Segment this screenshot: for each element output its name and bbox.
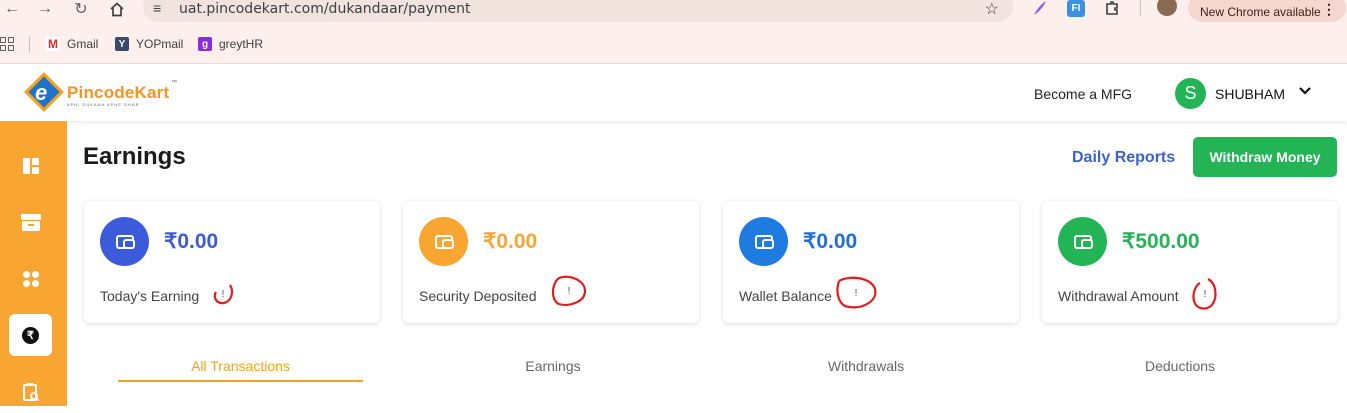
new-chrome-available-button[interactable]: New Chrome available ⋮	[1188, 0, 1346, 22]
bookmark-label: greytHR	[219, 37, 264, 51]
username[interactable]: SHUBHAM	[1215, 86, 1285, 102]
profile-avatar[interactable]	[1157, 0, 1177, 16]
yopmail-icon: Y	[115, 37, 129, 51]
earning-card-today: ₹0.00 Today's Earning !	[84, 201, 380, 323]
card-label: Withdrawal Amount	[1058, 288, 1179, 304]
sidebar-item-store[interactable]	[9, 201, 52, 243]
card-label: Security Deposited	[419, 288, 537, 304]
browser-toolbar: ← → ↻ ≡ uat.pincodekart.com/dukandaar/pa…	[0, 0, 1347, 27]
info-icon[interactable]: !	[833, 275, 879, 311]
home-icon[interactable]	[108, 0, 126, 18]
bookmark-label: Gmail	[67, 37, 99, 51]
active-tab-indicator	[118, 380, 363, 382]
info-icon[interactable]: !	[1190, 275, 1220, 313]
gmail-icon: M	[46, 37, 60, 51]
card-label: Wallet Balance	[739, 288, 832, 304]
rupee-icon: ₹	[22, 326, 39, 344]
wallet-icon	[419, 217, 468, 266]
bookmark-greythr[interactable]: g greytHR	[198, 37, 263, 51]
withdraw-money-button[interactable]: Withdraw Money	[1193, 137, 1337, 177]
chevron-down-icon[interactable]	[1298, 83, 1312, 99]
card-amount: ₹0.00	[483, 230, 538, 253]
sidebar-item-dashboard[interactable]	[9, 145, 52, 187]
apps-grid-icon[interactable]	[0, 37, 14, 51]
wallet-icon	[100, 217, 149, 266]
sidebar: ₹	[0, 121, 67, 406]
tab-earnings[interactable]: Earnings	[453, 358, 653, 374]
toolbar-divider	[1140, 0, 1141, 16]
back-icon[interactable]: ←	[4, 0, 20, 18]
app-header: e PincodeKart APNI DUKAAN APNE GHAR ™ Be…	[0, 65, 1347, 121]
card-amount: ₹0.00	[803, 230, 858, 253]
greythr-icon: g	[198, 37, 212, 51]
earning-card-security: ₹0.00 Security Deposited !	[403, 201, 699, 323]
trademark-mark: ™	[171, 80, 177, 86]
address-bar[interactable]: ≡ uat.pincodekart.com/dukandaar/payment …	[143, 0, 1013, 22]
url-text[interactable]: uat.pincodekart.com/dukandaar/payment	[179, 1, 471, 17]
site-settings-icon[interactable]: ≡	[153, 0, 161, 16]
daily-reports-link[interactable]: Daily Reports	[1072, 149, 1175, 167]
forward-icon[interactable]: →	[37, 0, 53, 18]
dashboard-icon	[22, 158, 39, 174]
bookmarks-divider	[29, 37, 30, 53]
bookmark-label: YOPmail	[136, 37, 184, 51]
puzzle-extension-icon[interactable]	[1104, 0, 1122, 17]
tab-withdrawals[interactable]: Withdrawals	[766, 358, 966, 374]
become-mfg-link[interactable]: Become a MFG	[1034, 86, 1132, 102]
earning-card-withdrawal: ₹500.00 Withdrawal Amount !	[1042, 201, 1338, 323]
page-title: Earnings	[83, 143, 186, 170]
sidebar-item-reports[interactable]	[9, 371, 52, 413]
info-icon[interactable]: !	[549, 274, 589, 308]
wallet-icon	[1058, 217, 1107, 266]
report-icon	[22, 383, 39, 402]
logo-tagline: APNI DUKAAN APNE GHAR	[67, 102, 140, 107]
tab-deductions[interactable]: Deductions	[1080, 358, 1280, 374]
grid-icon	[22, 271, 39, 287]
earning-card-wallet: ₹0.00 Wallet Balance !	[723, 201, 1019, 323]
bookmark-gmail[interactable]: M Gmail	[46, 37, 98, 51]
reload-icon[interactable]: ↻	[72, 0, 90, 18]
feather-extension-icon[interactable]	[1031, 0, 1049, 17]
wallet-icon	[739, 217, 788, 266]
user-avatar[interactable]: S	[1175, 78, 1206, 109]
bookmark-yopmail[interactable]: Y YOPmail	[115, 37, 183, 51]
bookmark-star-icon[interactable]: ☆	[985, 0, 999, 19]
card-amount: ₹500.00	[1122, 230, 1200, 253]
card-label: Today's Earning	[100, 288, 200, 304]
store-icon	[20, 214, 41, 231]
sidebar-item-grid[interactable]	[9, 258, 52, 300]
card-amount: ₹0.00	[164, 230, 219, 253]
logo-text: PincodeKart	[67, 83, 170, 102]
new-chrome-label: New Chrome available	[1200, 5, 1321, 19]
tab-all-transactions[interactable]: All Transactions	[118, 358, 363, 374]
bookmarks-bar: M Gmail Y YOPmail g greytHR	[0, 27, 1347, 64]
kebab-menu-icon[interactable]: ⋮	[1322, 1, 1336, 18]
fi-extension-icon[interactable]: FI	[1067, 0, 1085, 17]
pincodekart-logo[interactable]: e PincodeKart APNI DUKAAN APNE GHAR ™	[24, 72, 186, 114]
sidebar-item-payment[interactable]: ₹	[9, 314, 52, 356]
info-icon[interactable]: !	[210, 281, 236, 307]
logo-e-glyph: e	[35, 80, 48, 105]
